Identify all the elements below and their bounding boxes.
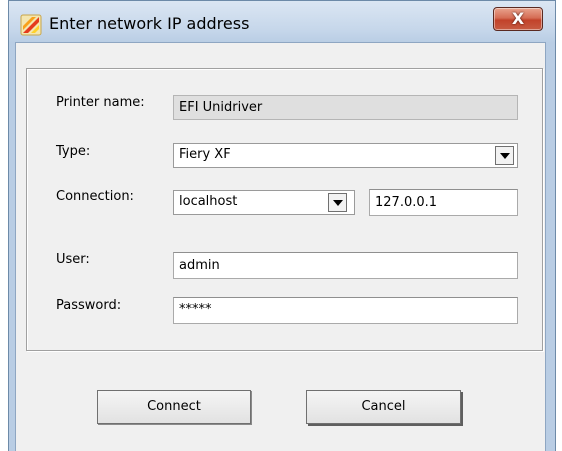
type-dropdown-button[interactable] <box>495 146 514 165</box>
ip-address-field[interactable]: 127.0.0.1 <box>369 189 518 216</box>
printer-name-label: Printer name: <box>56 95 145 110</box>
type-select[interactable]: Fiery XF <box>173 143 518 168</box>
connect-button[interactable]: Connect <box>97 390 251 424</box>
chevron-down-icon <box>500 153 510 159</box>
close-button[interactable]: X <box>493 7 543 31</box>
password-label: Password: <box>56 298 122 313</box>
user-field[interactable]: admin <box>173 252 518 279</box>
connection-label: Connection: <box>56 189 134 204</box>
type-select-value: Fiery XF <box>179 147 231 162</box>
app-logo-icon <box>20 14 42 36</box>
connection-select[interactable]: localhost <box>173 190 355 215</box>
type-label: Type: <box>56 144 91 159</box>
user-label: User: <box>56 252 90 267</box>
printer-name-field[interactable]: EFI Unidriver <box>173 95 518 120</box>
title-bar[interactable]: Enter network IP address X <box>9 1 555 43</box>
connection-dropdown-button[interactable] <box>328 193 347 212</box>
window-title: Enter network IP address <box>49 14 250 33</box>
connection-select-value: localhost <box>179 194 238 209</box>
cancel-button[interactable]: Cancel <box>306 390 461 424</box>
chevron-down-icon <box>333 200 343 206</box>
password-field[interactable]: ***** <box>173 297 518 324</box>
close-icon: X <box>511 9 525 28</box>
